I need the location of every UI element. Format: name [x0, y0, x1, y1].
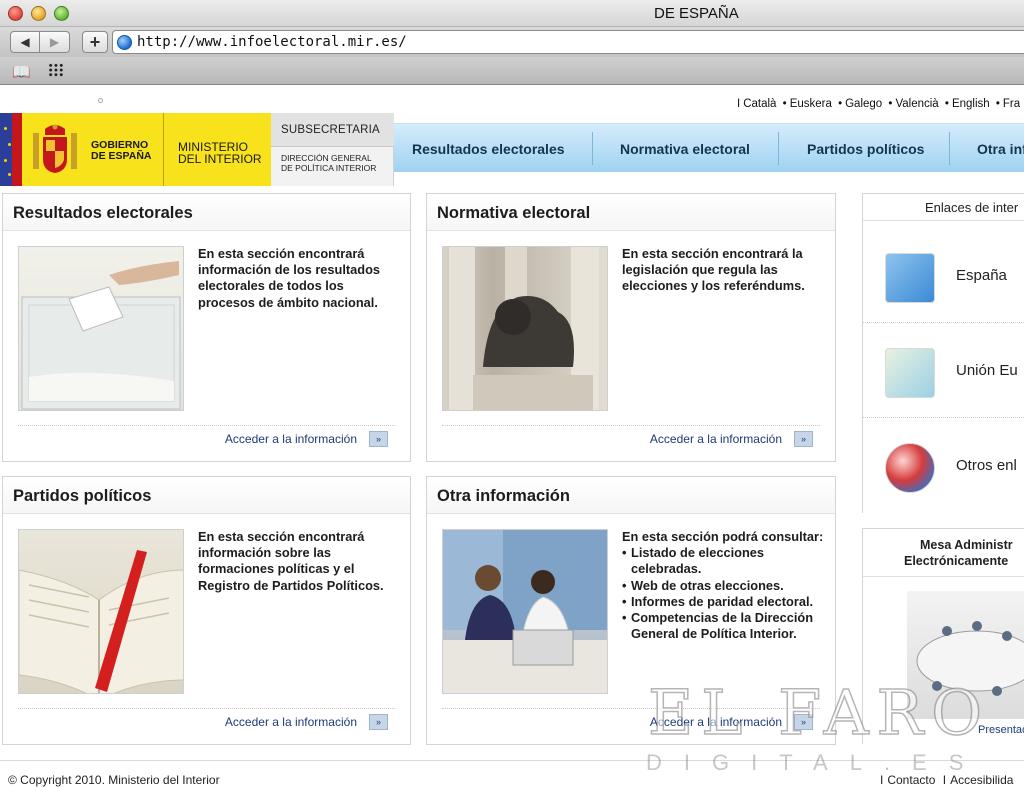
address-url[interactable]: http://www.infoelectoral.mir.es/: [137, 34, 407, 50]
window-title: DE ESPAÑA: [654, 5, 739, 22]
lang-euskera[interactable]: Euskera: [790, 98, 832, 110]
card-partidos-politicos: Partidos políticos En esta sección encon…: [2, 476, 411, 745]
list-item[interactable]: Competencias de la Dirección General de …: [622, 610, 827, 642]
acceder-informacion-link[interactable]: Acceder a la información: [225, 715, 357, 729]
zoom-window-button[interactable]: [54, 6, 69, 21]
card-title: Otra información: [437, 487, 570, 505]
nav-separator: [778, 132, 779, 165]
lang-frances[interactable]: Fra: [1003, 98, 1020, 110]
ballot-box-image: [18, 246, 184, 411]
card-title: Resultados electorales: [13, 204, 193, 222]
nav-partidos-politicos[interactable]: Partidos políticos: [807, 124, 924, 173]
direccion-general-label: DIRECCIÓN GENERAL DE POLÍTICA INTERIOR: [281, 153, 377, 173]
browser-titlebar: DE ESPAÑA: [0, 0, 1024, 27]
flags-globe-icon: [885, 443, 935, 493]
card-description: En esta sección encontrará información d…: [198, 246, 381, 310]
card-description: En esta sección encontrará información s…: [198, 529, 384, 593]
card-description: En esta sección encontrará la legislació…: [622, 246, 805, 294]
logo-divider: [163, 113, 164, 186]
nav-separator: [949, 132, 950, 165]
lion-statue-image: [442, 246, 608, 411]
decorative-dot: [98, 98, 103, 103]
nav-resultados-electorales[interactable]: Resultados electorales: [412, 124, 565, 173]
office-workers-image: [442, 529, 608, 694]
card-description-intro: En esta sección podrá consultar:: [622, 529, 824, 544]
sidebar-item-espana[interactable]: España: [863, 228, 1024, 323]
gobierno-label: GOBIERNO DE ESPAÑA: [91, 139, 152, 162]
sidebar-item-union-europea[interactable]: Unión Eu: [863, 323, 1024, 418]
double-chevron-right-icon[interactable]: »: [794, 431, 813, 447]
nav-normativa-electoral[interactable]: Normativa electoral: [620, 124, 750, 173]
subsecretaria-block[interactable]: SUBSECRETARIA DIRECCIÓN GENERAL DE POLÍT…: [271, 113, 394, 186]
copyright-text: © Copyright 2010. Ministerio del Interio…: [8, 773, 220, 787]
sidebar-enlaces: Enlaces de inter España Unión Eu Otros e…: [862, 193, 1024, 513]
site-header: GOBIERNO DE ESPAÑA MINISTERIO DEL INTERI…: [0, 113, 1024, 186]
card-divider: [18, 425, 395, 426]
card-bullet-list: Listado de elecciones celebradas. Web de…: [622, 545, 827, 642]
card-divider: [18, 708, 395, 709]
spain-map-icon: [885, 253, 935, 303]
sidebar-enlaces-title: Enlaces de inter: [925, 200, 1019, 215]
acceder-informacion-link[interactable]: Acceder a la información: [225, 432, 357, 446]
sidebar-item-label: Otros enl: [956, 457, 1017, 474]
open-book-image: [18, 529, 184, 694]
site-globe-icon: [117, 35, 132, 50]
forward-button[interactable]: ▶: [40, 31, 70, 53]
language-bar: I Català • Euskera • Galego • Valencià • Engl…: [737, 98, 1021, 110]
mesa-title-line-1: Mesa Administr: [920, 538, 1013, 552]
mesa-title-line-2: Electrónicamente: [904, 554, 1009, 568]
double-chevron-right-icon[interactable]: »: [369, 714, 388, 730]
add-bookmark-button[interactable]: +: [82, 31, 108, 53]
back-button[interactable]: ◀: [10, 31, 40, 53]
bookmarks-book-icon[interactable]: 📖: [12, 63, 31, 81]
nav-separator: [592, 132, 593, 165]
top-sites-grid-icon[interactable]: [48, 63, 64, 77]
lang-catala[interactable]: Català: [743, 98, 776, 110]
watermark-logo: EL FARO: [647, 675, 991, 750]
eu-flag-strip: [0, 113, 22, 186]
sidebar-item-label: España: [956, 267, 1007, 284]
card-description: En esta sección podrá consultar: Listado…: [622, 529, 827, 642]
card-resultados-electorales: Resultados electorales En esta sección e…: [2, 193, 411, 462]
bookmarks-bar: 📖: [0, 57, 1024, 85]
eu-map-icon: [885, 348, 935, 398]
close-window-button[interactable]: [8, 6, 23, 21]
sidebar-item-otros-enlaces[interactable]: Otros enl: [863, 418, 1024, 513]
lang-valencia[interactable]: Valencià: [895, 98, 938, 110]
government-logo-block[interactable]: GOBIERNO DE ESPAÑA MINISTERIO DEL INTERI…: [22, 113, 271, 186]
nav-otra-informacion[interactable]: Otra inf: [977, 124, 1024, 173]
watermark-subtitle: DIGITAL.ES: [646, 750, 986, 775]
card-title: Partidos políticos: [13, 487, 152, 505]
card-title: Normativa electoral: [437, 204, 591, 222]
sidebar-item-label: Unión Eu: [956, 362, 1018, 379]
browser-toolbar: ◀ ▶ + http://www.infoelectoral.mir.es/: [0, 27, 1024, 57]
address-bar[interactable]: http://www.infoelectoral.mir.es/: [112, 30, 1024, 54]
subsecretaria-label: SUBSECRETARIA: [281, 124, 380, 136]
main-navigation: Resultados electorales Normativa elector…: [394, 123, 1024, 172]
card-normativa-electoral: Normativa electoral En esta sección enco…: [426, 193, 836, 462]
list-item[interactable]: Web de otras elecciones.: [622, 578, 827, 594]
minimize-window-button[interactable]: [31, 6, 46, 21]
coat-of-arms-icon: [33, 124, 77, 173]
ministerio-label: MINISTERIO DEL INTERIOR: [178, 140, 262, 166]
lang-galego[interactable]: Galego: [845, 98, 882, 110]
acceder-informacion-link[interactable]: Acceder a la información: [650, 432, 782, 446]
lang-english[interactable]: English: [952, 98, 990, 110]
list-item[interactable]: Informes de paridad electoral.: [622, 594, 827, 610]
double-chevron-right-icon[interactable]: »: [369, 431, 388, 447]
card-divider: [442, 425, 820, 426]
list-item[interactable]: Listado de elecciones celebradas.: [622, 545, 827, 577]
